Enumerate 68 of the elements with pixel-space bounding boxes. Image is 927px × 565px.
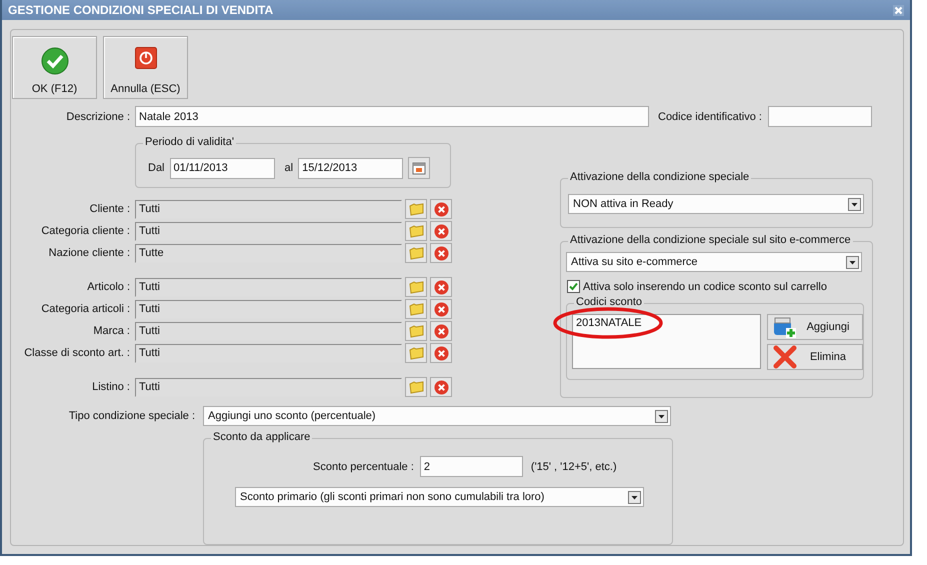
code-field[interactable] xyxy=(768,106,872,127)
clear-button[interactable] xyxy=(430,299,452,319)
field-label: Categoria articoli : xyxy=(40,303,131,315)
field-label: al xyxy=(284,162,294,174)
activation-dropdown[interactable]: NON attiva in Ready xyxy=(568,194,864,214)
lookup-field[interactable]: Tutti xyxy=(135,378,402,396)
calendar-icon xyxy=(412,161,426,175)
discount-type-dropdown[interactable]: Sconto primario (gli sconti primari non sono cumulabili tra loro) xyxy=(235,487,644,507)
field-label: Articolo : xyxy=(86,281,131,293)
browse-button[interactable] xyxy=(405,243,427,263)
ok-button[interactable]: OK (F12) xyxy=(12,36,97,99)
browse-button[interactable] xyxy=(405,277,427,297)
lookup-field[interactable]: Tutti xyxy=(135,200,402,218)
check-icon xyxy=(40,47,68,75)
field-label: Marca : xyxy=(92,325,131,337)
add-button[interactable]: Aggiungi xyxy=(767,314,863,340)
checkbox[interactable] xyxy=(567,280,580,293)
clear-button[interactable] xyxy=(430,321,452,341)
browse-button[interactable] xyxy=(405,321,427,341)
window-title: GESTIONE CONDIZIONI SPECIALI DI VENDITA xyxy=(8,3,274,17)
group-title: Periodo di validita' xyxy=(143,136,236,148)
cross-icon xyxy=(772,345,798,369)
lookup-field[interactable]: Tutti xyxy=(135,322,402,340)
group-title: Sconto da applicare xyxy=(211,431,312,443)
browse-button[interactable] xyxy=(405,299,427,319)
lookup-field[interactable]: Tutti xyxy=(135,222,402,240)
power-icon xyxy=(134,47,156,69)
calendar-button[interactable] xyxy=(408,157,430,179)
clear-button[interactable] xyxy=(430,221,452,241)
clear-button[interactable] xyxy=(430,277,452,297)
clear-button[interactable] xyxy=(430,377,452,397)
browse-button[interactable] xyxy=(405,199,427,219)
field-label: Categoria cliente : xyxy=(40,225,131,237)
field-label: Descrizione : xyxy=(65,110,131,122)
codes-list[interactable]: 2013NATALE xyxy=(572,314,761,369)
hint-text: ('15' , '12+5', etc.) xyxy=(530,460,617,472)
close-icon[interactable] xyxy=(893,4,904,16)
group-title: Attivazione della condizione speciale xyxy=(568,171,752,183)
clear-button[interactable] xyxy=(430,343,452,363)
clear-button[interactable] xyxy=(430,199,452,219)
percent-field[interactable]: 2 xyxy=(420,456,523,477)
field-label: Classe di sconto art. : xyxy=(23,347,131,359)
ecommerce-dropdown[interactable]: Attiva su sito e-commerce xyxy=(566,252,862,272)
field-label: Cliente : xyxy=(88,203,131,215)
field-label: Tipo condizione speciale : xyxy=(68,410,196,422)
date-field[interactable]: 01/11/2013 xyxy=(170,158,275,178)
box-plus-icon xyxy=(772,315,798,339)
cancel-button[interactable]: Annulla (ESC) xyxy=(103,36,188,99)
field-label: Nazione cliente : xyxy=(48,247,131,259)
clear-button[interactable] xyxy=(430,243,452,263)
description-field[interactable]: Natale 2013 xyxy=(135,106,649,127)
field-label: Sconto percentuale : xyxy=(313,460,414,472)
field-label: Dal xyxy=(148,162,165,174)
browse-button[interactable] xyxy=(405,221,427,241)
delete-button[interactable]: Elimina xyxy=(767,344,863,370)
lookup-field[interactable]: Tutti xyxy=(135,300,402,318)
field-label: Codice identificativo : xyxy=(658,110,762,122)
lookup-field[interactable]: Tutti xyxy=(135,278,402,296)
group-title: Attivazione della condizione speciale sul sito e-commerce xyxy=(568,234,853,246)
date-field[interactable]: 15/12/2013 xyxy=(298,158,404,178)
checkbox-label: Attiva solo inserendo un codice sconto sul carrello xyxy=(583,280,827,292)
browse-button[interactable] xyxy=(405,343,427,363)
type-dropdown[interactable]: Aggiungi uno sconto (percentuale) xyxy=(203,406,671,426)
field-label: Listino : xyxy=(91,381,131,393)
lookup-field[interactable]: Tutti xyxy=(135,344,402,362)
group-title: Codici sconto xyxy=(574,296,644,308)
browse-button[interactable] xyxy=(405,377,427,397)
lookup-field[interactable]: Tutte xyxy=(135,244,402,262)
